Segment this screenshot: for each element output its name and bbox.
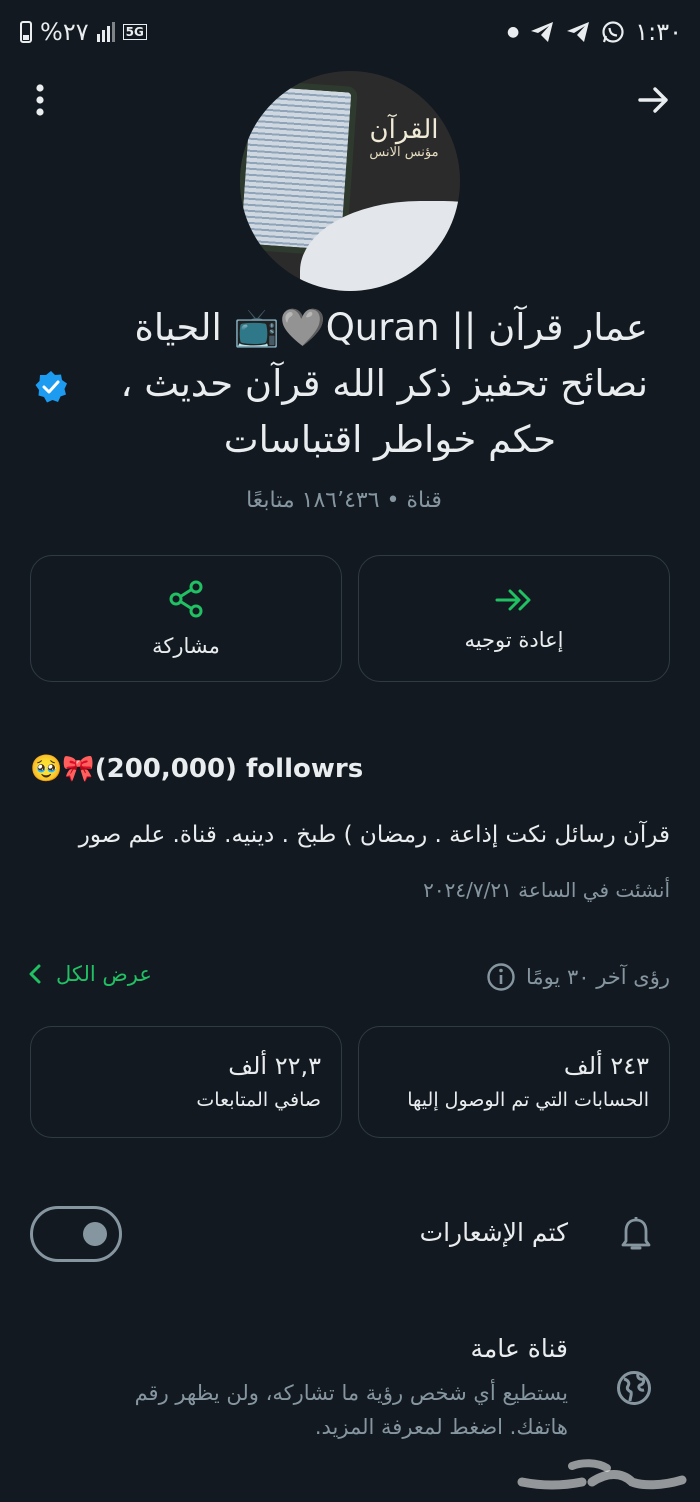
- mute-notifications-row[interactable]: كتم الإشعارات: [0, 1200, 700, 1270]
- channel-subtitle: قناة • ١٨٦٬٤٣٦ متابعًا: [246, 488, 442, 513]
- forward-button[interactable]: إعادة توجيه: [358, 555, 670, 682]
- share-icon: [169, 580, 203, 617]
- info-icon[interactable]: [486, 962, 516, 992]
- globe-icon: [617, 1371, 651, 1405]
- forward-icon: [495, 589, 531, 610]
- status-bar: %٢٧ 5G ● ١:٣٠: [0, 0, 700, 64]
- public-channel-description[interactable]: يستطيع أي شخص رؤية ما تشاركه، ولن يظهر ر…: [88, 1376, 568, 1444]
- back-arrow-icon[interactable]: [636, 82, 672, 118]
- accounts-reached-caption: الحسابات التي تم الوصول إليها: [407, 1089, 649, 1111]
- share-button[interactable]: مشاركة: [30, 555, 342, 682]
- mute-toggle[interactable]: [30, 1206, 122, 1262]
- accounts-reached-value: ٢٤٣ ألف: [563, 1052, 649, 1080]
- dot-icon: ●: [507, 24, 520, 40]
- public-channel-title: قناة عامة: [470, 1334, 569, 1363]
- telegram-icon: [531, 22, 554, 42]
- more-options-icon[interactable]: [28, 82, 52, 118]
- share-label: مشاركة: [152, 633, 220, 658]
- net-follows-value: ٢٢,٣ ألف: [228, 1052, 321, 1080]
- network-type: 5G: [122, 24, 147, 40]
- forward-label: إعادة توجيه: [464, 627, 564, 652]
- battery-icon: [20, 21, 32, 43]
- channel-title: عمار قرآن || Quran🩶📺 الحياة نصائح تحفيز …: [38, 300, 648, 468]
- status-left: %٢٧ 5G: [20, 18, 147, 46]
- net-follows-caption: صافي المتابعات: [196, 1089, 321, 1111]
- accounts-reached-card[interactable]: ٢٤٣ ألف الحسابات التي تم الوصول إليها: [358, 1026, 670, 1138]
- view-all-label: عرض الكل: [56, 962, 152, 986]
- status-right: ● ١:٣٠: [507, 18, 682, 46]
- clock: ١:٣٠: [635, 18, 682, 46]
- whatsapp-icon: [602, 21, 624, 43]
- bell-icon: [621, 1217, 651, 1250]
- verified-badge-icon: [35, 371, 67, 403]
- net-follows-card[interactable]: ٢٢,٣ ألف صافي المتابعات: [30, 1026, 342, 1138]
- telegram-icon: [567, 22, 590, 42]
- channel-avatar[interactable]: القرآن مؤنس الانس: [240, 71, 460, 291]
- avatar-logo: القرآن مؤنس الانس: [369, 115, 439, 160]
- insights-header: رؤى آخر ٣٠ يومًا: [486, 962, 670, 992]
- haraj-watermark-logo: [517, 1459, 687, 1490]
- chevron-left-icon: [29, 964, 41, 984]
- title-line: نصائح تحفيز ذكر الله قرآن حديث ،: [120, 362, 648, 405]
- battery-level: %٢٧: [40, 18, 89, 46]
- insights-title: رؤى آخر ٣٠ يومًا: [525, 965, 670, 989]
- toggle-knob: [83, 1222, 107, 1246]
- description-heading: 🥹🎀(200,000) followrs: [30, 754, 364, 784]
- signal-icon: [96, 22, 115, 42]
- mute-label: كتم الإشعارات: [419, 1218, 568, 1247]
- title-line: حكم خواطر اقتباسات: [223, 418, 556, 461]
- view-all-link[interactable]: عرض الكل: [28, 962, 152, 986]
- title-line: عمار قرآن || Quran🩶📺 الحياة: [134, 306, 648, 349]
- created-date: أنشئت في الساعة ٢٠٢٤/٧/٢١: [423, 878, 670, 902]
- description-body: قرآن رسائل نكت إذاعة . رمضان ) طبخ . دين…: [78, 822, 670, 848]
